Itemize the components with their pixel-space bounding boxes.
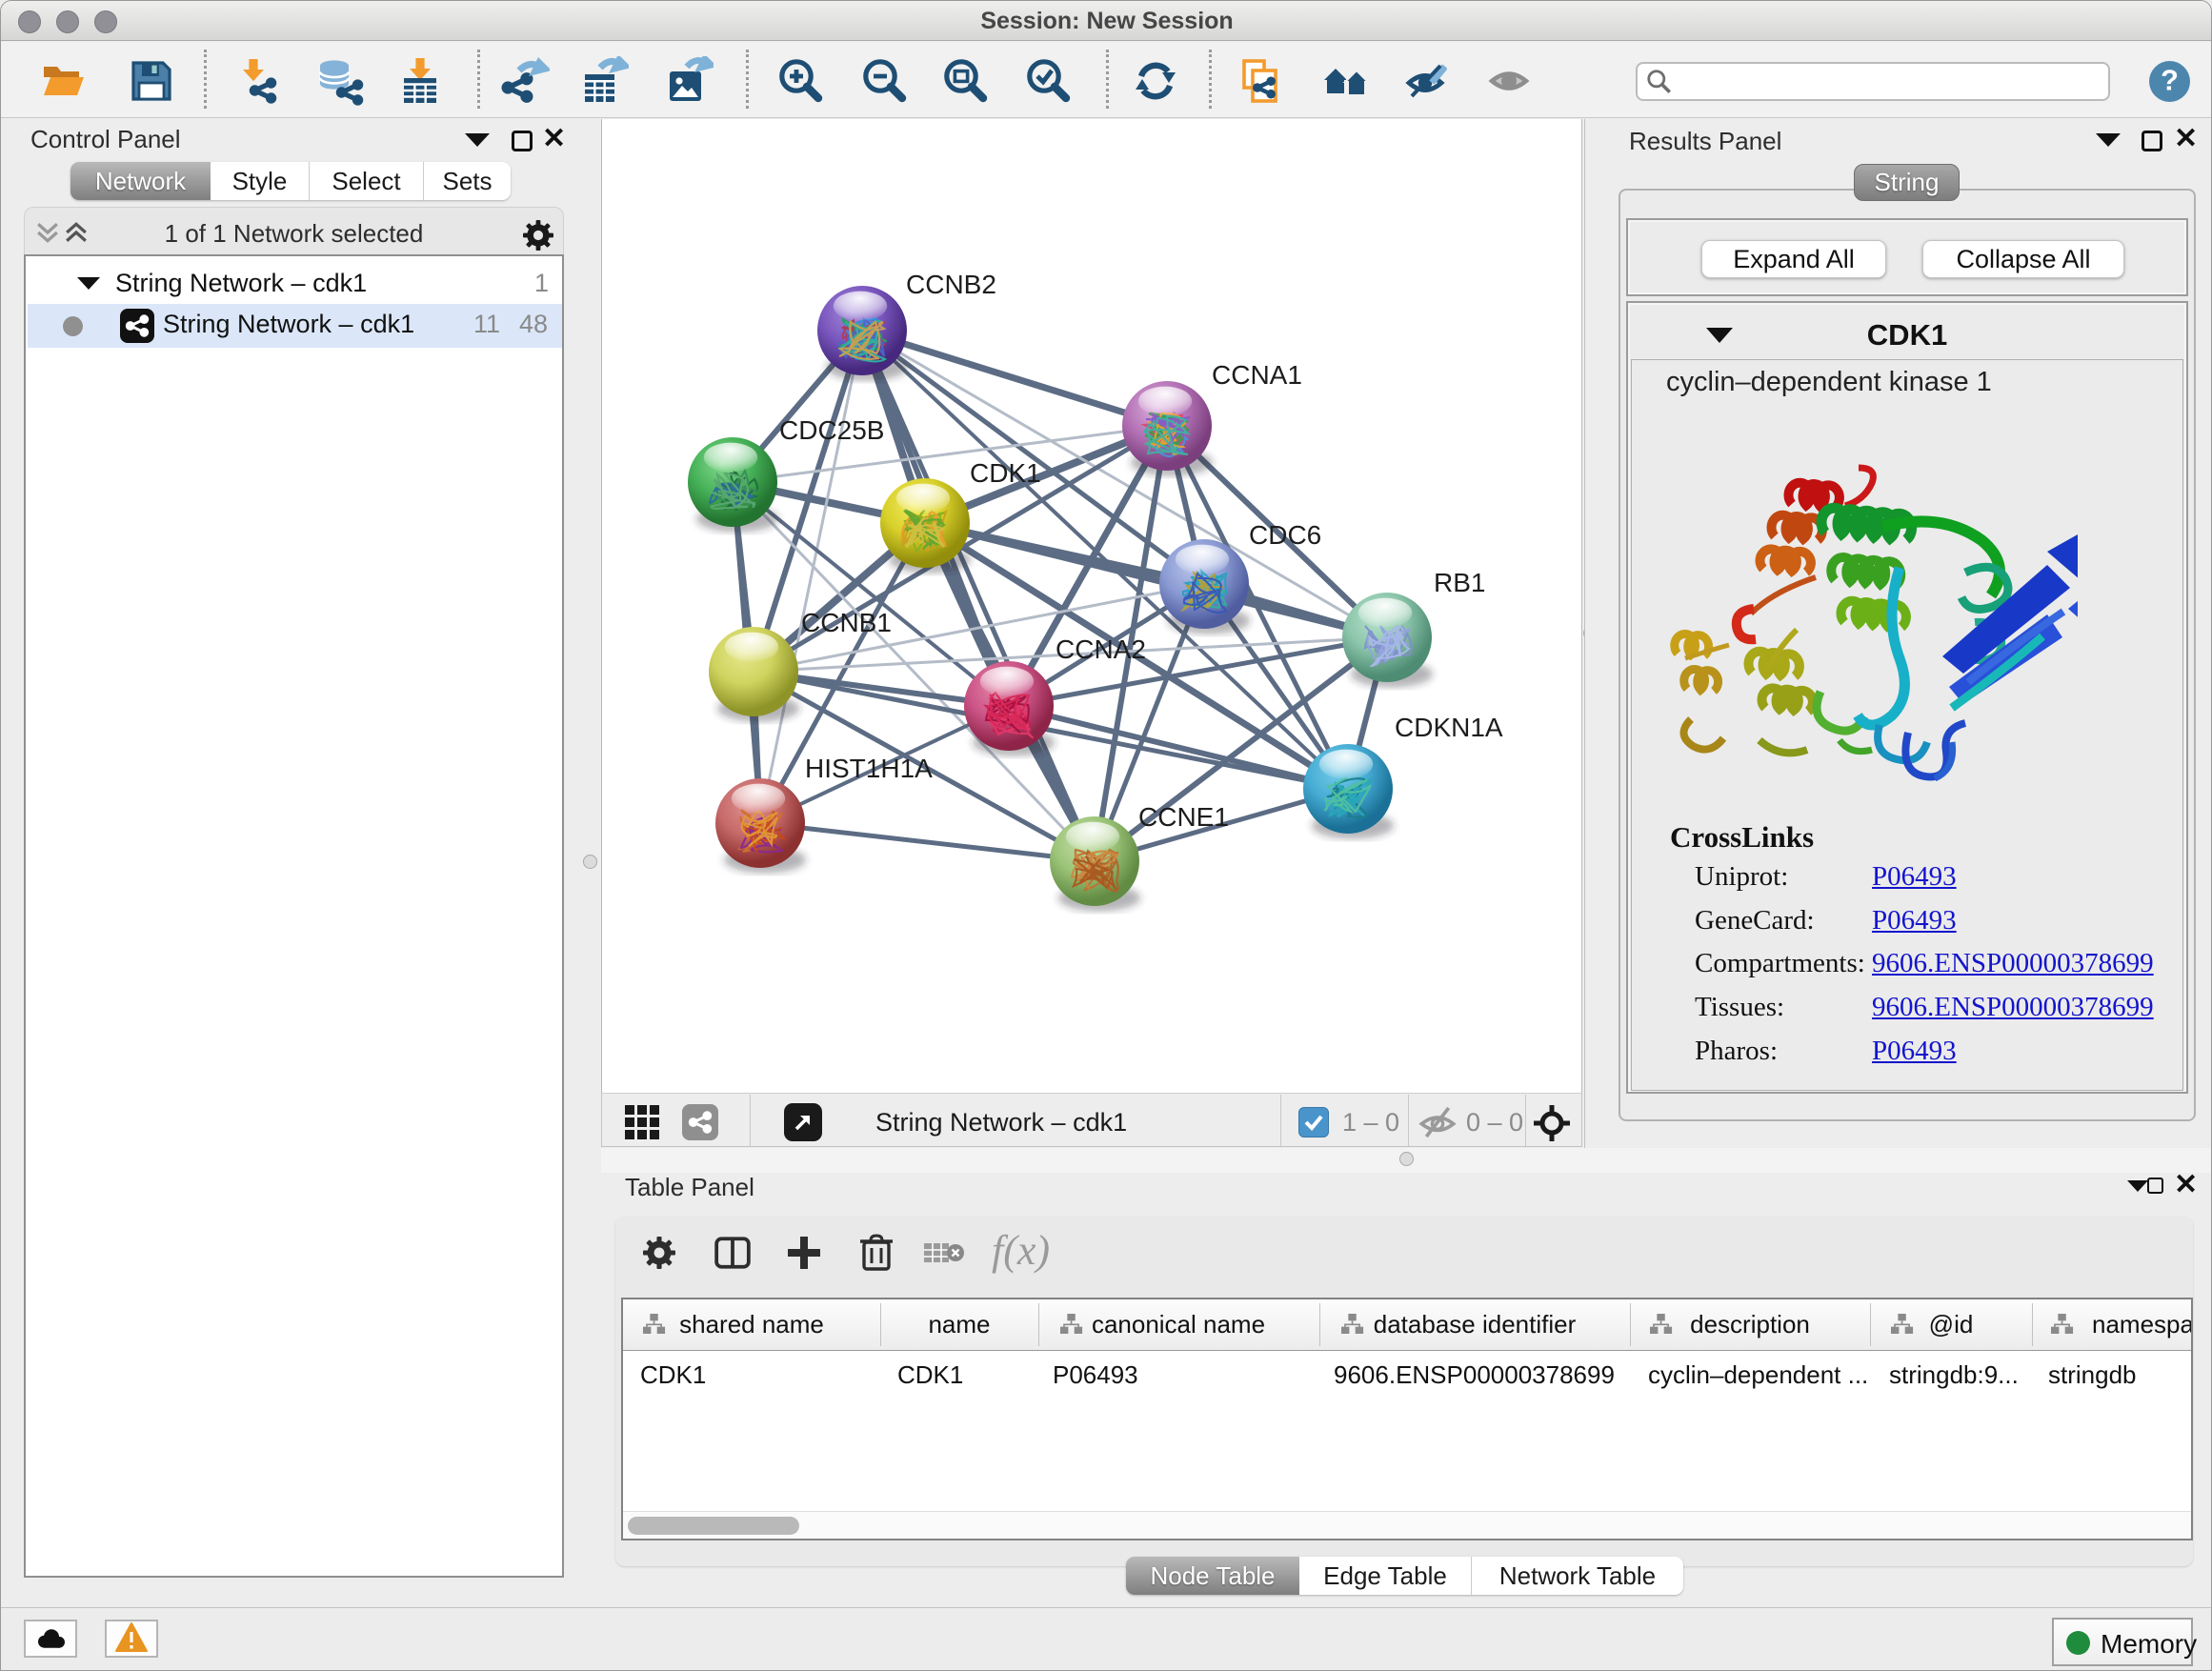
svg-text:CCNA1: CCNA1	[1212, 360, 1302, 390]
svg-text:?: ?	[2161, 64, 2179, 97]
svg-text:CDC6: CDC6	[1249, 520, 1321, 550]
svg-text:CCNB2: CCNB2	[906, 270, 996, 299]
svg-text:RB1: RB1	[1434, 568, 1485, 597]
svg-text:HIST1H1A: HIST1H1A	[805, 754, 933, 783]
svg-text:CDK1: CDK1	[970, 458, 1041, 488]
svg-text:CCNE1: CCNE1	[1138, 802, 1229, 832]
svg-text:CDKN1A: CDKN1A	[1395, 713, 1503, 742]
svg-text:CCNA2: CCNA2	[1056, 634, 1146, 664]
svg-text:CCNB1: CCNB1	[801, 608, 892, 637]
svg-text:CDC25B: CDC25B	[779, 415, 884, 445]
